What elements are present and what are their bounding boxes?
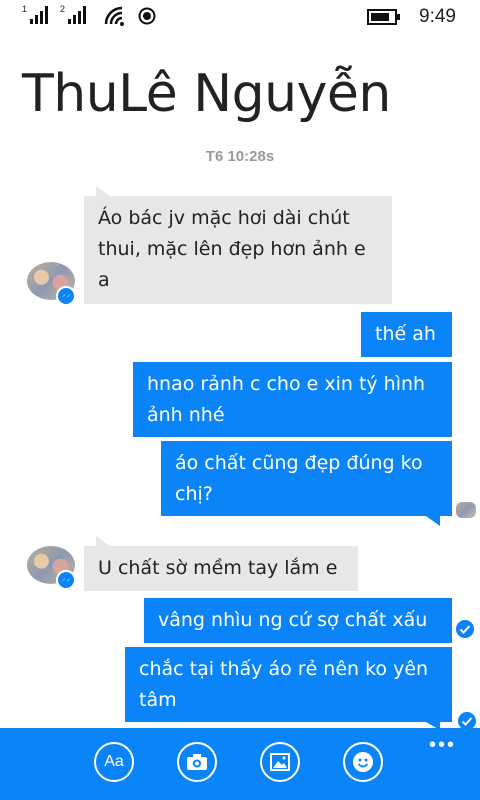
messenger-badge-icon (56, 570, 76, 590)
signal-sim2-icon: 2 (60, 4, 92, 24)
delivered-check-icon (456, 620, 474, 638)
message-bubble-outgoing[interactable]: chắc tại thấy áo rẻ nên ko yên tâm (125, 647, 452, 722)
bubble-tail (426, 516, 440, 526)
app-bar: ••• Aa (0, 728, 480, 800)
bubble-tail (96, 186, 110, 196)
message-bubble-outgoing[interactable]: áo chất cũng đẹp đúng ko chị? (161, 441, 452, 516)
status-bar: 1 2 9:49 (0, 0, 480, 36)
message-text: Áo bác jv mặc hơi dài chút thui, mặc lên… (98, 207, 366, 291)
contact-name: ThuLê Nguyễn (22, 64, 391, 124)
message-text: thế ah (375, 323, 436, 345)
sim1-label: 1 (22, 4, 28, 14)
location-icon (138, 7, 156, 25)
more-options-button[interactable]: ••• (429, 734, 456, 757)
seen-avatar (456, 502, 476, 518)
messenger-badge-icon (56, 286, 76, 306)
camera-button[interactable] (177, 742, 217, 782)
clock: 9:49 (419, 6, 456, 27)
emoji-button[interactable] (343, 742, 383, 782)
message-text: hnao rảnh c cho e xin tý hình ảnh nhé (147, 373, 426, 426)
message-text: chắc tại thấy áo rẻ nên ko yên tâm (139, 658, 429, 711)
message-bubble-outgoing[interactable]: thế ah (361, 312, 452, 357)
camera-icon (187, 754, 207, 770)
bubble-tail (96, 536, 110, 546)
message-text: vâng nhìu ng cứ sợ chất xấu (158, 609, 428, 631)
message-bubble-incoming[interactable]: Áo bác jv mặc hơi dài chút thui, mặc lên… (84, 196, 392, 304)
message-text: áo chất cũng đẹp đúng ko chị? (175, 452, 423, 505)
smiley-icon (353, 752, 373, 772)
battery-icon (367, 9, 400, 25)
message-timestamp: T6 10:28s (205, 148, 275, 165)
photos-button[interactable] (260, 742, 300, 782)
sim2-label: 2 (60, 4, 66, 14)
wifi-icon (104, 6, 124, 26)
signal-sim1-icon: 1 (22, 4, 54, 24)
text-input-label: Aa (104, 753, 124, 770)
message-bubble-incoming[interactable]: U chất sờ mềm tay lắm e (84, 546, 358, 591)
message-text: U chất sờ mềm tay lắm e (98, 557, 338, 579)
photo-icon (270, 753, 290, 771)
message-bubble-outgoing[interactable]: vâng nhìu ng cứ sợ chất xấu (144, 598, 452, 643)
text-input-button[interactable]: Aa (94, 742, 134, 782)
message-bubble-outgoing[interactable]: hnao rảnh c cho e xin tý hình ảnh nhé (133, 362, 452, 437)
